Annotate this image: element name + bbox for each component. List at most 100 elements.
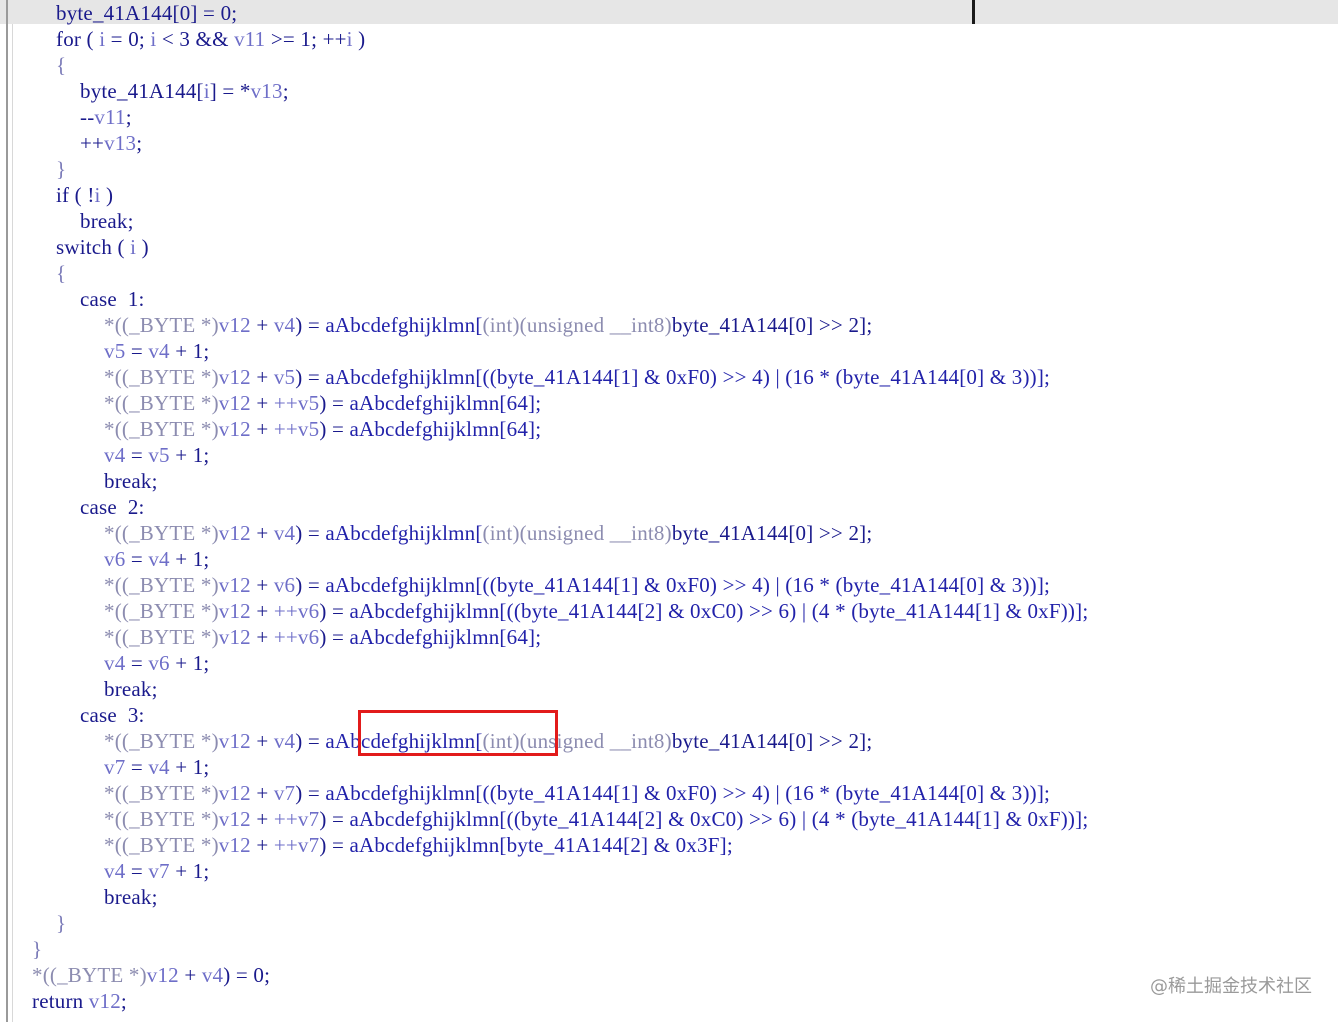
code-line[interactable]: break; (104, 884, 158, 910)
code-token: v12 (218, 313, 251, 337)
code-token: aAbcdefghijklmn[ (325, 521, 483, 545)
code-token: switch (56, 235, 113, 259)
code-line[interactable]: *((_BYTE *)v12 + v4) = aAbcdefghijklmn[(… (104, 312, 872, 338)
code-token: *((_BYTE *) (32, 963, 147, 987)
code-token: *((_BYTE *) (104, 313, 219, 337)
code-token: *((_BYTE *) (104, 833, 219, 857)
highlight-box (358, 710, 558, 756)
code-token: >= (265, 27, 301, 51)
code-token: v4 (104, 859, 126, 883)
code-line[interactable]: v4 = v7 + 1; (104, 858, 209, 884)
pseudocode-listing[interactable]: byte_41A144[0] = 0; for ( i = 0; i < 3 &&… (0, 0, 1338, 1022)
code-token: *((_BYTE *) (104, 365, 219, 389)
code-token: ++v5 (273, 417, 320, 441)
code-token: } (32, 937, 43, 961)
code-token: *((_BYTE *) (104, 807, 219, 831)
watermark: @稀土掘金技术社区 (1150, 976, 1312, 997)
code-line[interactable]: *((_BYTE *)v12 + v4) = aAbcdefghijklmn[(… (104, 520, 872, 546)
code-token: 0; (253, 963, 271, 987)
code-token: v4 (148, 339, 170, 363)
code-line[interactable]: for ( i = 0; i < 3 && v11 >= 1; ++i ) (56, 26, 365, 52)
code-line[interactable]: if ( !i ) (56, 182, 113, 208)
code-line[interactable]: break; (104, 676, 158, 702)
code-line[interactable]: case 1: (80, 286, 145, 312)
code-token: + (250, 391, 274, 415)
code-token: ) = (295, 365, 326, 389)
code-token: (int)(unsigned __int8) (482, 521, 672, 545)
code-token: byte_41A144[0] (56, 1, 198, 25)
code-line[interactable]: *((_BYTE *)v12 + ++v5) = aAbcdefghijklmn… (104, 390, 541, 416)
code-line[interactable]: *((_BYTE *)v12 + v6) = aAbcdefghijklmn[(… (104, 572, 1050, 598)
code-token: v4 (104, 443, 126, 467)
code-token: ) = (319, 807, 350, 831)
code-line[interactable]: v4 = v6 + 1; (104, 650, 209, 676)
code-token: + (250, 599, 274, 623)
code-token: ; (120, 989, 127, 1013)
code-line[interactable]: *((_BYTE *)v12 + ++v7) = aAbcdefghijklmn… (104, 806, 1088, 832)
code-token: aAbcdefghijklmn[64]; (349, 391, 542, 415)
code-token: v12 (218, 625, 251, 649)
code-token: v4 (148, 755, 170, 779)
code-line[interactable]: --v11; (80, 104, 132, 130)
code-token: break; (104, 469, 158, 493)
code-line[interactable]: *((_BYTE *)v12 + v7) = aAbcdefghijklmn[(… (104, 780, 1050, 806)
code-token: break; (104, 677, 158, 701)
code-token: (int)(unsigned __int8) (482, 313, 672, 337)
code-line[interactable]: v7 = v4 + 1; (104, 754, 209, 780)
code-line[interactable]: *((_BYTE *)v12 + v5) = aAbcdefghijklmn[(… (104, 364, 1050, 390)
code-token: v12 (88, 989, 121, 1013)
code-token: v12 (218, 781, 251, 805)
code-token: ( (112, 235, 131, 259)
code-line[interactable]: *((_BYTE *)v12 + ++v5) = aAbcdefghijklmn… (104, 416, 541, 442)
code-line[interactable]: *((_BYTE *)v12 + ++v7) = aAbcdefghijklmn… (104, 832, 733, 858)
code-token: v4 (273, 729, 296, 753)
code-line[interactable]: { (56, 260, 66, 286)
code-line[interactable]: *((_BYTE *)v12 + v4) = 0; (32, 962, 270, 988)
code-token: byte_41A144[0] (671, 729, 814, 753)
code-token: v4 (273, 313, 296, 337)
code-line[interactable]: break; (104, 468, 158, 494)
code-line[interactable]: v4 = v5 + 1; (104, 442, 209, 468)
code-token: v7 (104, 755, 126, 779)
code-line[interactable]: v5 = v4 + 1; (104, 338, 209, 364)
code-token: >> (813, 729, 849, 753)
code-line[interactable]: { (56, 52, 66, 78)
code-line[interactable]: } (32, 936, 42, 962)
code-line[interactable]: v6 = v4 + 1; (104, 546, 209, 572)
code-token: 1; (192, 547, 210, 571)
code-line[interactable]: return v12; (32, 988, 127, 1014)
code-line[interactable]: ++v13; (80, 130, 142, 156)
code-token: v11 (94, 105, 126, 129)
code-token: case 1: (80, 287, 145, 311)
code-token: ++v5 (273, 391, 320, 415)
code-token: v12 (218, 807, 251, 831)
code-token: return (32, 989, 89, 1013)
code-token: ) = (319, 417, 350, 441)
code-line[interactable]: break; (80, 208, 134, 234)
code-line[interactable]: switch ( i ) (56, 234, 149, 260)
code-token: v6 (148, 651, 170, 675)
code-token: 1; (300, 27, 323, 51)
code-token: -- (80, 105, 95, 129)
code-line[interactable]: case 2: (80, 494, 145, 520)
code-line[interactable]: *((_BYTE *)v12 + ++v6) = aAbcdefghijklmn… (104, 598, 1088, 624)
code-line[interactable]: case 3: (80, 702, 145, 728)
code-token: break; (80, 209, 134, 233)
code-token: v4 (273, 521, 296, 545)
code-token: + (250, 313, 274, 337)
code-line[interactable]: byte_41A144[i] = *v13; (80, 78, 289, 104)
code-token: ++v7 (273, 807, 320, 831)
code-token: aAbcdefghijklmn[((byte_41A144[2] & 0xC0)… (349, 599, 1089, 623)
code-token: + (169, 443, 193, 467)
code-line[interactable]: } (56, 910, 66, 936)
code-token: + (169, 339, 193, 363)
code-token: v5 (148, 443, 170, 467)
code-token: 2]; (848, 729, 873, 753)
code-line[interactable]: } (56, 156, 66, 182)
code-token: *((_BYTE *) (104, 599, 219, 623)
code-line[interactable]: *((_BYTE *)v12 + ++v6) = aAbcdefghijklmn… (104, 624, 541, 650)
code-token: + (250, 625, 274, 649)
code-line[interactable]: byte_41A144[0] = 0; (56, 0, 237, 26)
code-token: + (250, 781, 274, 805)
code-token: ++v7 (273, 833, 320, 857)
